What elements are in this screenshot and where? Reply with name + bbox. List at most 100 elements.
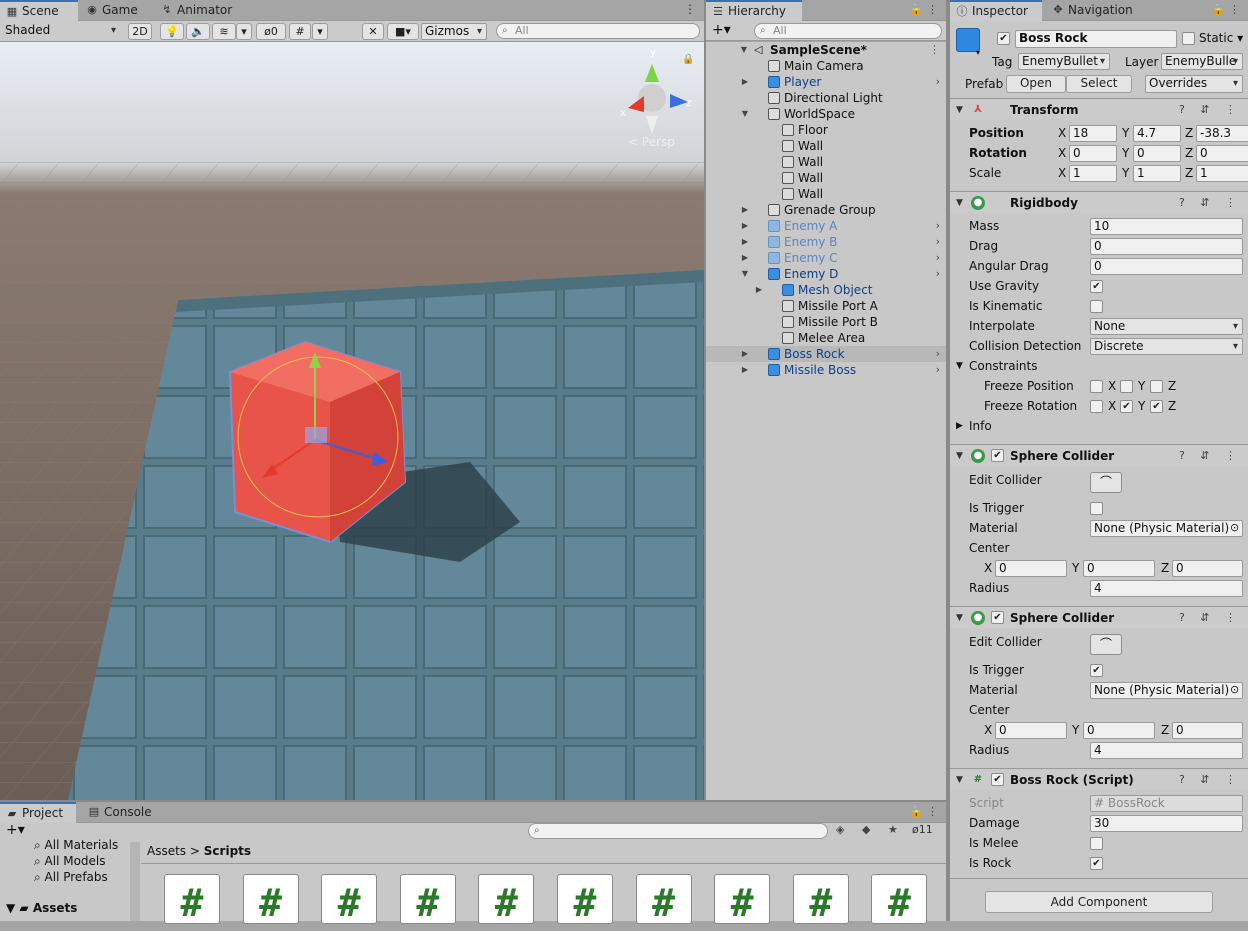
sphere-collider-header[interactable]: ▼ ● ✔ Sphere Collider ? ⇵ ⋮ [950, 444, 1248, 466]
center-x-input[interactable]: 0 [995, 722, 1067, 739]
enabled-checkbox[interactable]: ✔ [991, 611, 1004, 624]
hierarchy-item[interactable]: ▶ Enemy A › [706, 218, 946, 234]
project-search-input[interactable]: ⌕ [528, 823, 828, 839]
hierarchy-item[interactable]: ▼ Enemy D › [706, 266, 946, 282]
edit-collider-button[interactable]: ⌒ [1090, 472, 1122, 493]
chevron-right-icon[interactable]: › [936, 74, 940, 90]
info-label[interactable]: Info [969, 416, 992, 436]
hierarchy-item[interactable]: ▶ Enemy B › [706, 234, 946, 250]
prefab-select-button[interactable]: Select [1066, 75, 1132, 93]
lighting-icon[interactable]: 💡 [160, 23, 184, 40]
tab-scene[interactable]: ▦ Scene [0, 0, 78, 21]
expand-icon[interactable]: ▶ [740, 362, 750, 378]
tab-navigation[interactable]: ✥ Navigation [1046, 0, 1150, 21]
script-asset-thumbnail[interactable]: # [242, 874, 299, 925]
interpolate-dropdown[interactable]: None [1090, 318, 1243, 335]
hierarchy-item[interactable]: Missile Port A [706, 298, 946, 314]
radius-input[interactable]: 4 [1090, 742, 1243, 759]
hierarchy-item[interactable]: ▶ Missile Boss › [706, 362, 946, 378]
prefab-open-button[interactable]: Open [1006, 75, 1066, 93]
collapse-icon[interactable]: ▼ [6, 901, 19, 915]
hierarchy-search-input[interactable]: ⌕ All [754, 23, 942, 39]
collapse-icon[interactable]: ▼ [956, 192, 963, 214]
chevron-right-icon[interactable]: › [936, 234, 940, 250]
collapse-icon[interactable]: ▼ [956, 356, 963, 376]
component-actions-icons[interactable]: ? ⇵ ⋮ [1179, 607, 1242, 629]
rotation-x-input[interactable]: 0 [1069, 145, 1117, 162]
breadcrumb-scripts[interactable]: Scripts [204, 844, 251, 858]
expand-icon[interactable]: ▶ [956, 416, 963, 436]
tab-game[interactable]: ◉ Game [80, 0, 150, 21]
favorite-all-models[interactable]: ⌕ All Models [34, 854, 106, 869]
scene-view[interactable]: y z x < Persp 🔒 [0, 42, 704, 800]
hierarchy-item[interactable]: Floor [706, 122, 946, 138]
center-x-input[interactable]: 0 [995, 560, 1067, 577]
favorite-all-prefabs[interactable]: ⌕ All Prefabs [34, 870, 108, 885]
component-actions-icons[interactable]: ? ⇵ ⋮ [1179, 192, 1242, 214]
rotation-z-input[interactable]: 0 [1196, 145, 1248, 162]
scrollbar[interactable] [130, 842, 140, 921]
material-field[interactable]: None (Physic Material) [1090, 520, 1243, 537]
component-actions-icons[interactable]: ? ⇵ ⋮ [1179, 769, 1242, 791]
freeze-pos-x-checkbox[interactable] [1090, 380, 1103, 393]
center-z-input[interactable]: 0 [1172, 722, 1243, 739]
lock-icon[interactable]: 🔒 ⋮ [1212, 3, 1240, 16]
collapse-icon[interactable]: ▼ [956, 769, 963, 791]
tab-inspector[interactable]: ⓘ Inspector [950, 0, 1042, 21]
hierarchy-item[interactable]: Directional Light [706, 90, 946, 106]
tab-console[interactable]: ▤ Console [82, 802, 162, 823]
expand-icon[interactable]: ▶ [740, 250, 750, 266]
static-checkbox[interactable] [1182, 32, 1195, 45]
more-icon[interactable]: ⋮ [929, 42, 940, 58]
assets-folder[interactable]: ▼ ▰ Assets [6, 901, 77, 915]
use-gravity-checkbox[interactable]: ✔ [1090, 280, 1103, 293]
favorite-all-materials[interactable]: ⌕ All Materials [34, 838, 118, 853]
collapse-icon[interactable]: ▼ [739, 42, 749, 58]
script-asset-thumbnail[interactable]: # [478, 874, 535, 925]
layer-dropdown[interactable]: EnemyBulle [1161, 53, 1243, 70]
center-y-input[interactable]: 0 [1083, 560, 1155, 577]
chevron-right-icon[interactable]: › [936, 218, 940, 234]
filter-by-type-icon[interactable]: ◈ [836, 823, 844, 836]
object-picker-icon[interactable]: ⊙ [1230, 680, 1239, 700]
tools-icon[interactable]: ✕ [362, 23, 384, 40]
filter-by-label-icon[interactable]: ◆ [862, 823, 870, 836]
camera-icon[interactable]: ■▾ [387, 23, 419, 40]
script-asset-thumbnail[interactable]: # [792, 874, 849, 925]
scale-z-input[interactable]: 1 [1196, 165, 1248, 182]
hierarchy-item[interactable]: Wall [706, 186, 946, 202]
expand-icon[interactable]: ▶ [754, 282, 764, 298]
object-picker-icon[interactable]: ⊙ [1230, 518, 1239, 538]
is-trigger-checkbox[interactable] [1090, 502, 1103, 515]
hierarchy-item[interactable]: Main Camera [706, 58, 946, 74]
hierarchy-item[interactable]: ▼ WorldSpace [706, 106, 946, 122]
rigidbody-header[interactable]: ▼ ● Rigidbody ? ⇵ ⋮ [950, 191, 1248, 213]
enabled-checkbox[interactable]: ✔ [991, 773, 1004, 786]
hierarchy-item[interactable]: ▶ Mesh Object [706, 282, 946, 298]
component-actions-icons[interactable]: ? ⇵ ⋮ [1179, 99, 1242, 121]
add-icon[interactable]: +▾ [712, 22, 731, 38]
hierarchy-item[interactable]: Melee Area [706, 330, 946, 346]
more-icon[interactable]: ⋮ [684, 2, 696, 16]
hierarchy-item[interactable]: Wall [706, 138, 946, 154]
material-field[interactable]: None (Physic Material) [1090, 682, 1243, 699]
hierarchy-item[interactable]: ▶ Grenade Group [706, 202, 946, 218]
grid-toggle-icon[interactable]: # [289, 23, 311, 40]
script-asset-thumbnail[interactable]: # [714, 874, 771, 925]
chevron-right-icon[interactable]: › [936, 266, 940, 282]
mass-input[interactable]: 10 [1090, 218, 1243, 235]
radius-input[interactable]: 4 [1090, 580, 1243, 597]
script-asset-thumbnail[interactable]: # [557, 874, 613, 925]
tab-project[interactable]: ▰ Project [0, 802, 76, 823]
expand-icon[interactable]: ▼ [740, 106, 750, 122]
hidden-packages-button[interactable]: ø11 [912, 823, 933, 836]
chevron-right-icon[interactable]: › [936, 362, 940, 378]
lock-icon[interactable]: 🔒 ⋮ [910, 3, 938, 16]
script-asset-thumbnail[interactable]: # [871, 874, 928, 925]
expand-icon[interactable]: ▶ [740, 202, 750, 218]
add-component-button[interactable]: Add Component [985, 891, 1213, 913]
favorite-star-icon[interactable]: ★ [888, 823, 898, 836]
damage-input[interactable]: 30 [1090, 815, 1243, 832]
component-actions-icons[interactable]: ? ⇵ ⋮ [1179, 445, 1242, 467]
is-rock-checkbox[interactable]: ✔ [1090, 857, 1103, 870]
